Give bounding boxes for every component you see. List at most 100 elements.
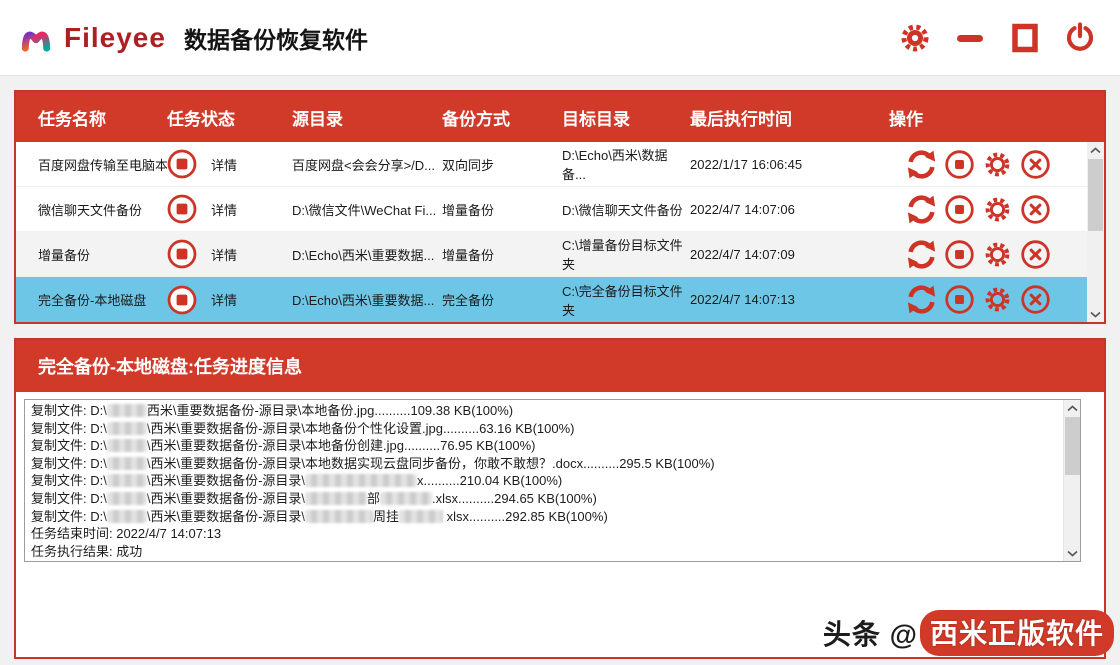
log-line: 复制文件: D:\\西米\重要数据备份-源目录\周挂 xlsx.........… (31, 508, 1056, 526)
stop-icon (944, 194, 975, 225)
table-row[interactable]: 微信聊天文件备份 详情 D:\微信文件\WeChat Fi... 增量备份 D:… (16, 187, 1087, 232)
op-delete-button[interactable] (1019, 238, 1052, 271)
task-name-cell: 完全备份-本地磁盘 (38, 290, 167, 309)
op-sync-button[interactable] (905, 193, 938, 226)
log-text: 复制文件: D:\ (31, 456, 107, 471)
op-settings-button[interactable] (981, 238, 1014, 271)
log-text: xlsx..........292.85 KB(100%) (443, 509, 608, 524)
detail-link[interactable]: 详情 (211, 200, 237, 219)
source-dir-cell: 百度网盘<会会分享>/D... (292, 155, 442, 174)
op-delete-button[interactable] (1019, 148, 1052, 181)
target-dir-cell: C:\完全备份目标文件夹 (562, 281, 690, 319)
table-header-row: 任务名称 任务状态 源目录 备份方式 目标目录 最后执行时间 操作 (16, 92, 1104, 142)
op-sync-button[interactable] (905, 148, 938, 181)
stop-icon (944, 149, 975, 180)
stop-icon (944, 239, 975, 270)
op-stop-button[interactable] (943, 148, 976, 181)
target-dir-cell: D:\Echo\西米\数据备... (562, 145, 690, 183)
task-name-cell: 增量备份 (38, 245, 167, 264)
watermark-pill: 西米正版软件 (920, 610, 1114, 656)
scroll-up-icon[interactable] (1064, 400, 1081, 416)
stop-status-button[interactable] (167, 149, 197, 179)
task-status-cell: 详情 (167, 194, 292, 224)
close-circle-icon (1020, 239, 1051, 270)
log-scrollbar[interactable] (1063, 400, 1080, 561)
table-scrollbar[interactable] (1087, 142, 1104, 322)
op-stop-button[interactable] (943, 238, 976, 271)
op-stop-button[interactable] (943, 283, 976, 316)
op-sync-button[interactable] (905, 238, 938, 271)
header-task-status: 任务状态 (167, 105, 292, 130)
log-line: 复制文件: D:\\西米\重要数据备份-源目录\本地备份创建.jpg......… (31, 437, 1056, 455)
watermark-prefix: 头条 @ (823, 613, 918, 653)
maximize-button[interactable] (1009, 22, 1041, 54)
progress-panel-title: 完全备份-本地磁盘:任务进度信息 (16, 340, 1104, 392)
op-settings-button[interactable] (981, 193, 1014, 226)
stop-status-button[interactable] (167, 239, 197, 269)
sync-icon (905, 148, 938, 181)
scroll-down-icon[interactable] (1087, 306, 1104, 322)
close-circle-icon (1020, 194, 1051, 225)
settings-button[interactable] (899, 22, 931, 54)
table-row[interactable]: 百度网盘传输至电脑本地 详情 百度网盘<会会分享>/D... 双向同步 D:\E… (16, 142, 1087, 187)
scroll-up-icon[interactable] (1087, 142, 1104, 158)
header-task-name: 任务名称 (38, 105, 167, 130)
minus-icon (955, 23, 985, 53)
backup-method-cell: 双向同步 (442, 155, 562, 174)
log-line: 任务执行结果: 成功 (31, 543, 1056, 561)
log-text: 部 (367, 491, 380, 506)
redacted-text (107, 474, 147, 487)
op-stop-button[interactable] (943, 193, 976, 226)
redacted-text (107, 457, 147, 470)
op-settings-button[interactable] (981, 148, 1014, 181)
log-line: 复制文件: D:\\西米\重要数据备份-源目录\本地数据实现云盘同步备份，你敢不… (31, 455, 1056, 473)
gear-icon (982, 194, 1013, 225)
table-row[interactable]: 完全备份-本地磁盘 详情 D:\Echo\西米\重要数据... 完全备份 C:\… (16, 277, 1087, 322)
op-sync-button[interactable] (905, 283, 938, 316)
stop-status-button[interactable] (167, 285, 197, 315)
redacted-text (107, 492, 147, 505)
scrollbar-thumb[interactable] (1088, 159, 1103, 231)
log-line: 复制文件: D:\ 西米\重要数据备份-源目录\本地备份.jpg.........… (31, 402, 1056, 420)
stop-status-button[interactable] (167, 194, 197, 224)
table-row[interactable]: 增量备份 详情 D:\Echo\西米\重要数据... 增量备份 C:\增量备份目… (16, 232, 1087, 277)
task-table: 任务名称 任务状态 源目录 备份方式 目标目录 最后执行时间 操作 百度网盘传输… (14, 90, 1106, 324)
gear-icon (982, 149, 1013, 180)
stop-icon (167, 194, 197, 224)
task-log[interactable]: 复制文件: D:\ 西米\重要数据备份-源目录\本地备份.jpg.........… (24, 399, 1081, 562)
last-run-cell: 2022/1/17 16:06:45 (690, 157, 875, 172)
redacted-text (305, 510, 373, 523)
operations-cell (875, 283, 1087, 316)
minimize-button[interactable] (954, 22, 986, 54)
log-text: x..........210.04 KB(100%) (417, 473, 562, 488)
redacted-text (305, 492, 367, 505)
task-status-cell: 详情 (167, 285, 292, 315)
source-dir-cell: D:\Echo\西米\重要数据... (292, 245, 442, 264)
header-last-run: 最后执行时间 (690, 105, 875, 130)
task-status-cell: 详情 (167, 239, 292, 269)
close-app-button[interactable] (1064, 22, 1096, 54)
backup-method-cell: 完全备份 (442, 290, 562, 309)
last-run-cell: 2022/4/7 14:07:09 (690, 247, 875, 262)
op-delete-button[interactable] (1019, 193, 1052, 226)
scrollbar-thumb[interactable] (1065, 417, 1080, 475)
last-run-cell: 2022/4/7 14:07:13 (690, 292, 875, 307)
scroll-down-icon[interactable] (1064, 545, 1081, 561)
header-source-dir: 源目录 (292, 105, 442, 130)
detail-link[interactable]: 详情 (211, 155, 237, 174)
detail-link[interactable]: 详情 (211, 290, 237, 309)
sync-icon (905, 238, 938, 271)
backup-method-cell: 增量备份 (442, 200, 562, 219)
op-settings-button[interactable] (981, 283, 1014, 316)
detail-link[interactable]: 详情 (211, 245, 237, 264)
square-icon (1010, 23, 1040, 53)
log-text: 西米\重要数据备份-源目录\本地备份.jpg..........109.38 K… (147, 403, 513, 418)
backup-method-cell: 增量备份 (442, 245, 562, 264)
log-text: 任务执行结果: 成功 (31, 544, 142, 559)
source-dir-cell: D:\Echo\西米\重要数据... (292, 290, 442, 309)
log-text: \西米\重要数据备份-源目录\ (147, 509, 305, 524)
app-title: 数据备份恢复软件 (184, 21, 368, 55)
log-line: 复制文件: D:\\西米\重要数据备份-源目录\部.xlsx..........… (31, 490, 1056, 508)
log-text: 复制文件: D:\ (31, 403, 107, 418)
op-delete-button[interactable] (1019, 283, 1052, 316)
